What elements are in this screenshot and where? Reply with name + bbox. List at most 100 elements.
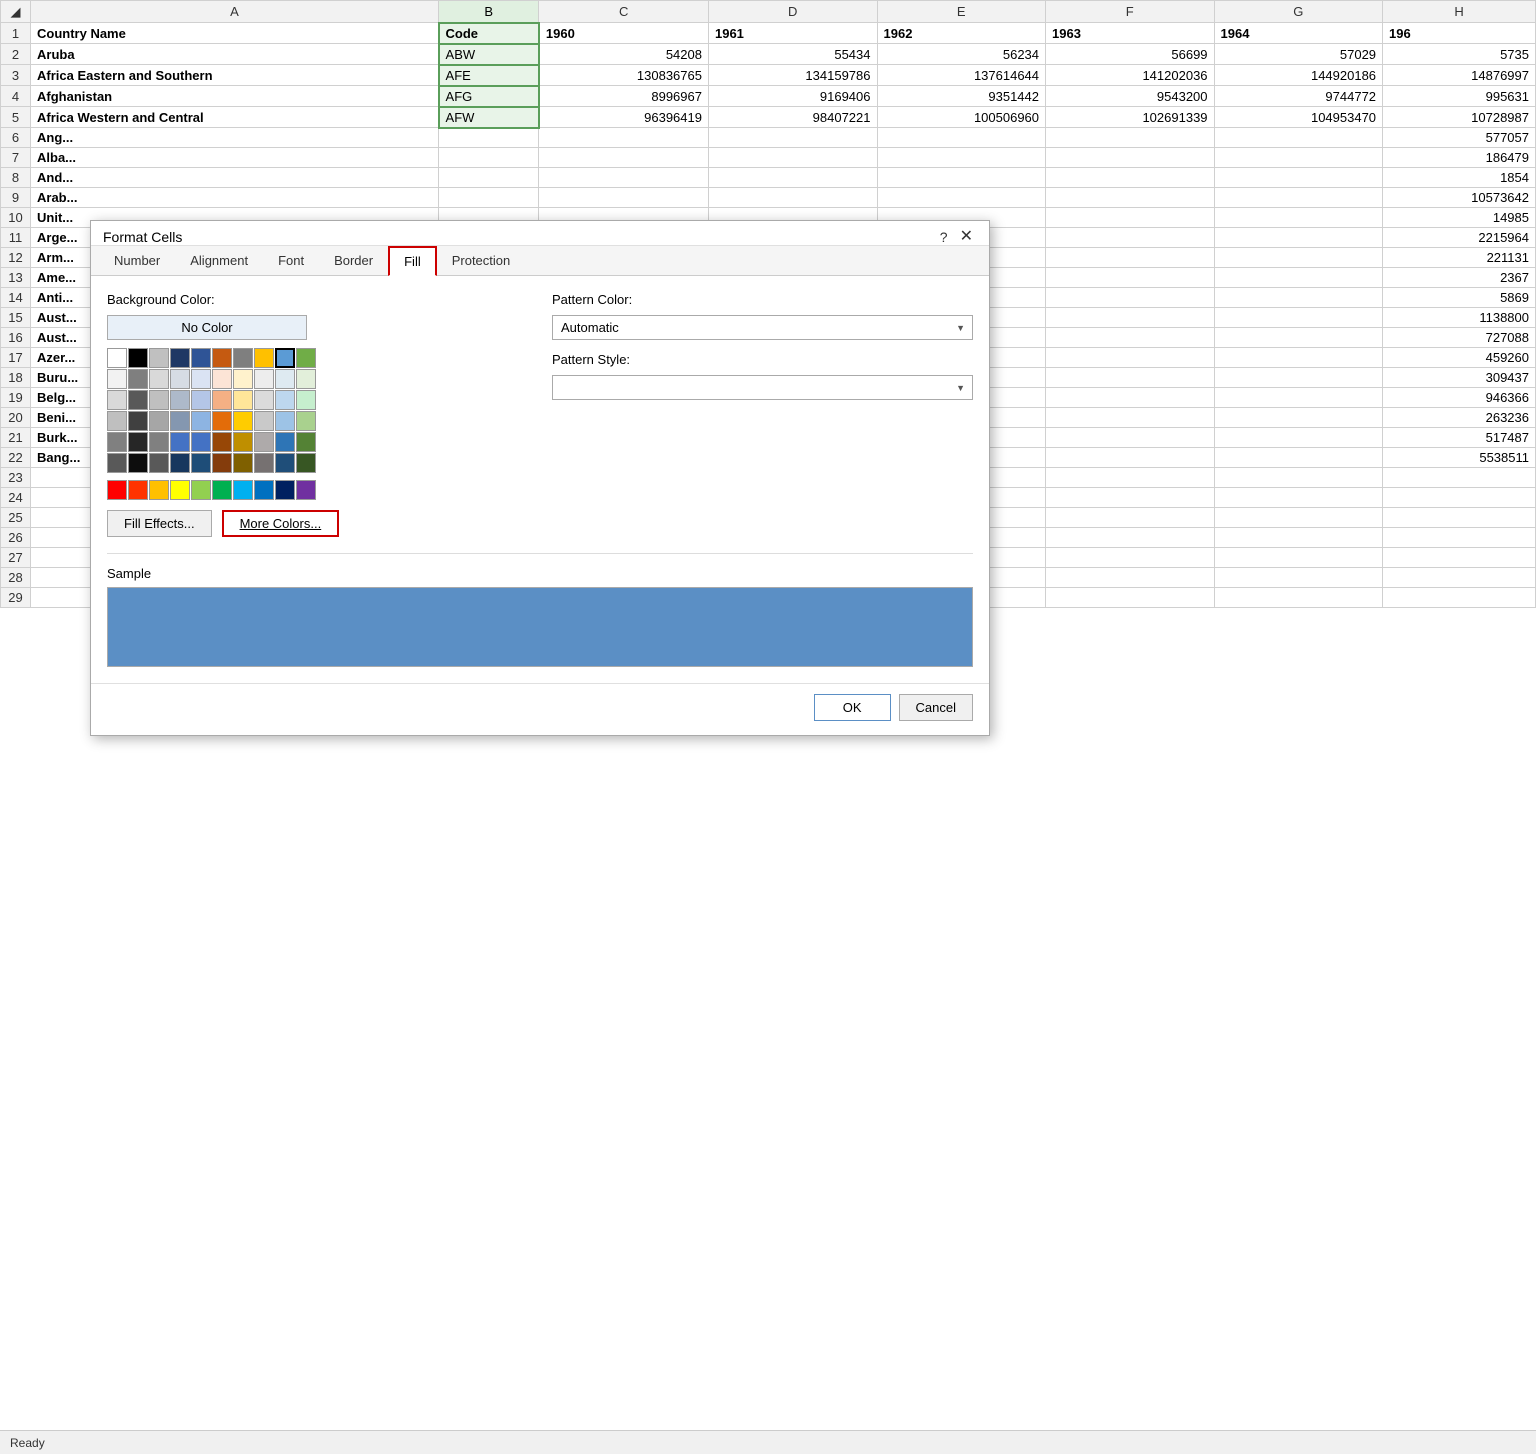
color-a7[interactable] <box>233 480 253 500</box>
cell-f2[interactable]: 56699 <box>1046 44 1215 65</box>
color-q7[interactable] <box>233 432 253 452</box>
color-r9[interactable] <box>275 411 295 431</box>
cell-h14[interactable]: 5869 <box>1383 288 1536 308</box>
color-dark-navy[interactable] <box>170 348 190 368</box>
cell-h7[interactable]: 186479 <box>1383 148 1536 168</box>
color-steel-blue[interactable] <box>275 348 295 368</box>
cell-f16[interactable] <box>1046 328 1215 348</box>
cell-d3[interactable]: 134159786 <box>708 65 877 86</box>
color-a10[interactable] <box>296 480 316 500</box>
cell-g9[interactable] <box>1214 188 1383 208</box>
color-t9[interactable] <box>275 369 295 389</box>
cell-h11[interactable]: 2215964 <box>1383 228 1536 248</box>
format-cells-dialog[interactable]: Format Cells ? ✕ Number Alignment Font B… <box>90 220 990 736</box>
cell-e2[interactable]: 56234 <box>877 44 1046 65</box>
cell-c4[interactable]: 8996967 <box>539 86 709 107</box>
color-t2[interactable] <box>128 369 148 389</box>
cell-f8[interactable] <box>1046 168 1215 188</box>
cell-g10[interactable] <box>1214 208 1383 228</box>
cell-g22[interactable] <box>1214 448 1383 468</box>
cell-f22[interactable] <box>1046 448 1215 468</box>
color-s4[interactable] <box>170 390 190 410</box>
close-icon[interactable]: ✕ <box>956 229 977 245</box>
color-a3[interactable] <box>149 480 169 500</box>
color-q10[interactable] <box>296 432 316 452</box>
cell-h3[interactable]: 14876997 <box>1383 65 1536 86</box>
color-s5[interactable] <box>191 390 211 410</box>
color-r7[interactable] <box>233 411 253 431</box>
cell-h8[interactable]: 1854 <box>1383 168 1536 188</box>
cell-f21[interactable] <box>1046 428 1215 448</box>
color-a6[interactable] <box>212 480 232 500</box>
cell-f11[interactable] <box>1046 228 1215 248</box>
tab-number[interactable]: Number <box>99 246 175 276</box>
cell-f5[interactable]: 102691339 <box>1046 107 1215 128</box>
cell-e8[interactable] <box>877 168 1046 188</box>
col-header-b[interactable]: B <box>439 1 539 23</box>
cell-e7[interactable] <box>877 148 1046 168</box>
color-t3[interactable] <box>149 369 169 389</box>
cancel-button[interactable]: Cancel <box>899 694 973 721</box>
cell-f9[interactable] <box>1046 188 1215 208</box>
cell-f17[interactable] <box>1046 348 1215 368</box>
tab-border[interactable]: Border <box>319 246 388 276</box>
col-header-e[interactable]: E <box>877 1 1046 23</box>
no-color-button[interactable]: No Color <box>107 315 307 340</box>
cell-g20[interactable] <box>1214 408 1383 428</box>
cell-a4[interactable]: Afghanistan <box>31 86 439 107</box>
cell-g11[interactable] <box>1214 228 1383 248</box>
color-r8[interactable] <box>254 411 274 431</box>
tab-fill[interactable]: Fill <box>388 246 437 276</box>
cell-e4[interactable]: 9351442 <box>877 86 1046 107</box>
cell-h5[interactable]: 10728987 <box>1383 107 1536 128</box>
pattern-style-select[interactable] <box>552 375 973 400</box>
color-silver[interactable] <box>149 348 169 368</box>
cell-h2[interactable]: 5735 <box>1383 44 1536 65</box>
cell-a6[interactable]: Ang... <box>31 128 439 148</box>
color-p10[interactable] <box>296 453 316 473</box>
col-header-d[interactable]: D <box>708 1 877 23</box>
cell-c3[interactable]: 130836765 <box>539 65 709 86</box>
cell-g15[interactable] <box>1214 308 1383 328</box>
cell-b1[interactable]: Code <box>439 23 539 44</box>
cell-f18[interactable] <box>1046 368 1215 388</box>
cell-d6[interactable] <box>708 128 877 148</box>
color-p3[interactable] <box>149 453 169 473</box>
cell-a1[interactable]: Country Name <box>31 23 439 44</box>
cell-h6[interactable]: 577057 <box>1383 128 1536 148</box>
cell-h10[interactable]: 14985 <box>1383 208 1536 228</box>
more-colors-button[interactable]: More Colors... <box>222 510 340 537</box>
cell-e5[interactable]: 100506960 <box>877 107 1046 128</box>
cell-g21[interactable] <box>1214 428 1383 448</box>
color-s7[interactable] <box>233 390 253 410</box>
cell-g19[interactable] <box>1214 388 1383 408</box>
cell-c6[interactable] <box>539 128 709 148</box>
color-a2[interactable] <box>128 480 148 500</box>
cell-h1[interactable]: 196 <box>1383 23 1536 44</box>
color-q8[interactable] <box>254 432 274 452</box>
cell-h18[interactable]: 309437 <box>1383 368 1536 388</box>
color-s9[interactable] <box>275 390 295 410</box>
color-t8[interactable] <box>254 369 274 389</box>
cell-g7[interactable] <box>1214 148 1383 168</box>
color-p1[interactable] <box>107 453 127 473</box>
color-dark-orange[interactable] <box>212 348 232 368</box>
pattern-color-select[interactable]: Automatic <box>552 315 973 340</box>
cell-a9[interactable]: Arab... <box>31 188 439 208</box>
cell-d9[interactable] <box>708 188 877 208</box>
cell-a7[interactable]: Alba... <box>31 148 439 168</box>
color-a5[interactable] <box>191 480 211 500</box>
cell-d7[interactable] <box>708 148 877 168</box>
color-t1[interactable] <box>107 369 127 389</box>
col-header-f[interactable]: F <box>1046 1 1215 23</box>
color-r10[interactable] <box>296 411 316 431</box>
color-q9[interactable] <box>275 432 295 452</box>
color-green[interactable] <box>296 348 316 368</box>
cell-e1[interactable]: 1962 <box>877 23 1046 44</box>
color-t7[interactable] <box>233 369 253 389</box>
color-white[interactable] <box>107 348 127 368</box>
cell-g17[interactable] <box>1214 348 1383 368</box>
cell-f20[interactable] <box>1046 408 1215 428</box>
cell-b8[interactable] <box>439 168 539 188</box>
cell-f10[interactable] <box>1046 208 1215 228</box>
